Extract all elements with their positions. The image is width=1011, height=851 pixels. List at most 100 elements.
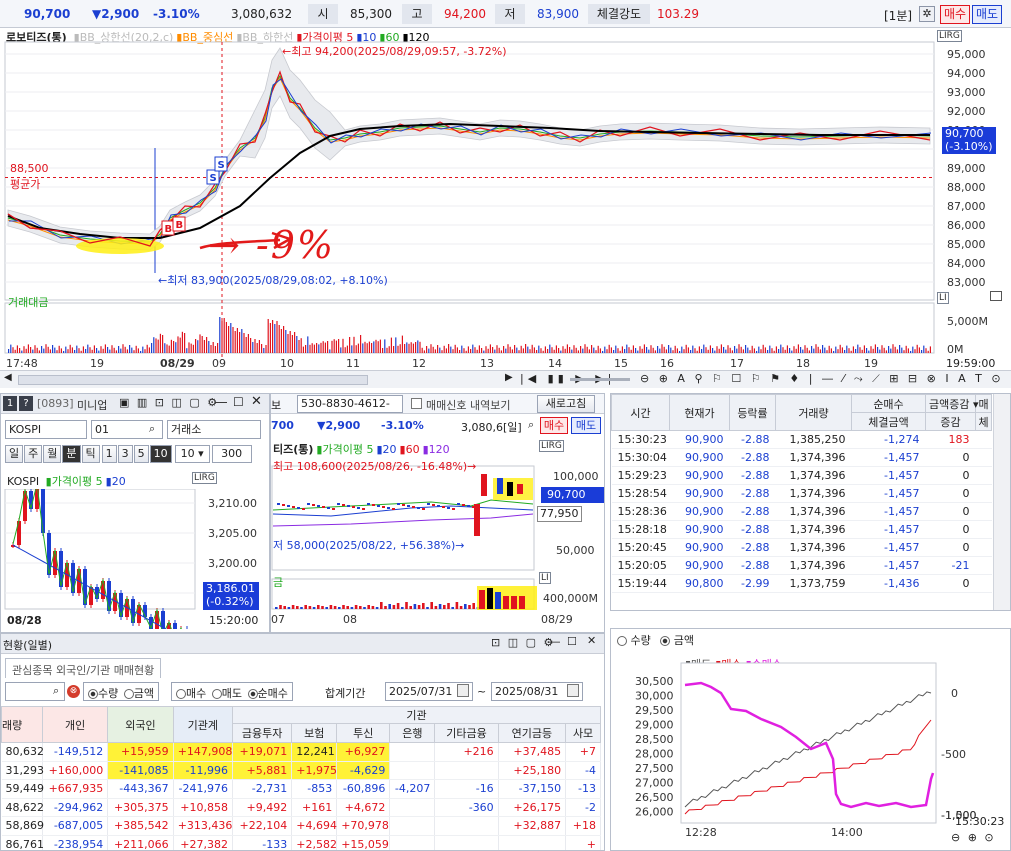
flow-zoom-icons[interactable]: ⊖ ⊕ ⊙ [951,831,996,844]
col-bank[interactable]: 은행 [389,723,436,743]
col-price[interactable]: 현재가 [669,394,730,431]
period-button[interactable]: 틱 [81,445,100,463]
zoom-slider[interactable] [570,378,630,381]
daily-search-icon[interactable]: ⌕ [528,418,534,432]
count-input[interactable]: 300 [211,445,252,463]
radio-sell[interactable] [211,689,222,699]
table-row[interactable]: 15:20:45 90,900 -2.88 1,374,396 -1,457 0 [611,538,992,557]
minute-button[interactable]: 5 [133,445,149,463]
radio-net[interactable] [247,689,258,699]
main-chart[interactable]: 로보티즈(통) ▮BB_상한선(20,2,c) ▮BB_중심선 ▮BB_하한선 ▮가격이… [0,28,1011,388]
table-row[interactable]: 15:28:54 90,900 -2.88 1,374,396 -1,457 0 [611,484,992,503]
col-pension[interactable]: 연기금등 [497,723,567,743]
col-rate[interactable]: 등락률 [729,394,776,431]
radio-amt[interactable] [660,636,671,646]
index-input[interactable]: KOSPI [5,420,87,439]
radio-qty[interactable] [88,689,98,699]
daily-vol-bar [363,607,366,609]
window-icons[interactable]: ▣ ▥ ⊡ ◫ ▢ ⚙ [119,396,219,409]
window-icons[interactable]: ⊡ ◫ ▢ ⚙ [491,636,555,649]
col-private[interactable]: 사모 [565,723,601,743]
period-label[interactable]: [1분] [884,7,912,24]
daily-candle [337,503,340,505]
maximize-icon[interactable]: ☐ [233,395,244,409]
gear-icon[interactable]: ✲ [919,6,935,22]
signal-checkbox[interactable] [411,398,422,409]
col-net[interactable]: 순매수 [851,394,926,413]
sell-button[interactable]: 매도 [972,5,1002,24]
minute-button[interactable]: 1 [101,445,117,463]
scroll-right-arrow[interactable]: ▶ [505,372,513,383]
search-icon[interactable]: ⌕ [53,684,59,698]
main-chart-canvas[interactable]: 95,00094,00093,00092,00091,00090,00089,0… [0,28,1011,388]
help-icon[interactable]: ? [19,396,33,411]
table-cell: 90,900 [669,484,730,503]
radio-qty[interactable] [617,636,627,646]
col-delta[interactable]: 증감 [925,412,976,431]
minute-button[interactable]: 10 [149,445,172,463]
table-row[interactable]: 31,293 +160,000 -141,085 -11,996 +5,881 +1,97… [1,761,601,780]
drawing-tools[interactable]: ⊖ ⊕ A ⚲ ⚐ ☐ ⚐ ⚑ ♦ | ― ⁄ ⤳ ⟋ ⊞ ⊟ ⊗ I A T … [640,372,1004,386]
close-small-icon[interactable]: ⊗ [67,685,80,698]
col-trust[interactable]: 투신 [336,723,391,743]
table-row[interactable]: 15:20:05 90,900 -2.88 1,374,396 -1,457 -21 [611,556,992,575]
close-icon[interactable]: ✕ [251,394,262,409]
daily-buy-button[interactable]: 매수 [540,417,568,434]
table-row[interactable]: 58,869 -687,005 +385,542 +313,436 +22,104 +4,… [1,816,601,836]
calendar-icon[interactable] [567,684,579,697]
ticks-scrollbar[interactable] [993,394,1010,610]
table-cell [975,520,992,539]
table-row[interactable]: 15:30:04 90,900 -2.88 1,374,396 -1,457 0 [611,448,992,467]
search-icon[interactable]: ⌕ [149,422,155,436]
investor-tab[interactable]: 관심종목 외국인/기관 매매현황 [5,658,162,678]
table-row[interactable]: 59,449 +667,935 -443,367 -241,976 -2,731 -853… [1,779,601,799]
col-volume[interactable]: 거래량 [775,394,852,431]
radio-amt[interactable] [123,689,134,699]
table-row[interactable]: 15:29:23 90,900 -2.88 1,374,396 -1,457 0 [611,466,992,485]
table-row[interactable]: 15:30:23 90,900 -2.88 1,385,250 -1,274 183 [611,430,992,449]
scrollbar-track[interactable] [18,375,368,385]
col-foreign[interactable]: 외국인 [107,706,174,743]
flow-chart-canvas[interactable]: 30,500 30,00029,500 29,00028,500 28,00027,5… [611,649,1011,851]
table-row[interactable]: 86,761 -238,954 +211,066 +27,382 -133 +2,582 +… [1,835,601,850]
minimize-icon[interactable]: ― [215,395,227,409]
col-sell[interactable]: 매 [975,394,992,413]
filter-select[interactable]: 금액증감 ▾ [925,394,979,413]
calendar-icon[interactable] [457,684,469,697]
daily-vol-li[interactable]: LI [539,572,551,584]
col-insurance[interactable]: 보험 [291,723,338,743]
col-institution[interactable]: 기관계 [172,706,233,743]
tab-fragment[interactable]: 보 [271,397,281,413]
maximize-icon[interactable]: ☐ [567,635,577,648]
col-time[interactable]: 시간 [611,394,670,431]
interval-select[interactable]: 10 ▾ [174,445,210,463]
col-other-fin[interactable]: 기타금융 [434,723,499,743]
col-fin-invest[interactable]: 금융투자 [231,723,293,743]
table-row[interactable]: 48,622 -294,962 +305,375 +10,858 +9,492 +161 +… [1,798,601,817]
buy-button[interactable]: 매수 [940,5,970,24]
col-extra[interactable]: 체 [975,412,992,431]
period-button[interactable]: 일 [5,445,24,463]
volume-bar [228,326,230,353]
table-row[interactable]: 15:19:44 90,800 -2.99 1,373,759 -1,436 0 [611,574,992,593]
col-individual[interactable]: 개인 [41,706,109,743]
account-select[interactable]: 530-8830-4612- [297,395,403,413]
minute-button[interactable]: 3 [117,445,133,463]
period-button[interactable]: 분 [62,445,81,463]
col-volume[interactable]: 래량 [1,706,43,743]
period-button[interactable]: 주 [24,445,43,463]
y-tick-label: 100,000 [553,470,599,483]
col-amount[interactable]: 체결금액 [851,412,926,431]
table-row[interactable]: 15:28:36 90,900 -2.88 1,374,396 -1,457 0 [611,502,992,521]
refresh-button[interactable]: 새로고침 [537,395,595,413]
table-cell: +70,978 [336,816,391,836]
radio-buy[interactable] [176,689,186,699]
daily-sell-button[interactable]: 매도 [571,417,601,434]
period-button[interactable]: 월 [43,445,62,463]
table-row[interactable]: 80,632 -149,512 +15,959 +147,908 +19,071 12,2… [1,742,601,762]
close-icon[interactable]: ✕ [587,634,596,647]
table-row[interactable]: 15:28:18 90,900 -2.88 1,374,396 -1,457 0 [611,520,992,539]
scroll-left-arrow[interactable]: ◀ [4,372,12,383]
minimize-icon[interactable]: ― [549,635,560,648]
mini-lirg-box[interactable]: LIRG [192,472,217,484]
